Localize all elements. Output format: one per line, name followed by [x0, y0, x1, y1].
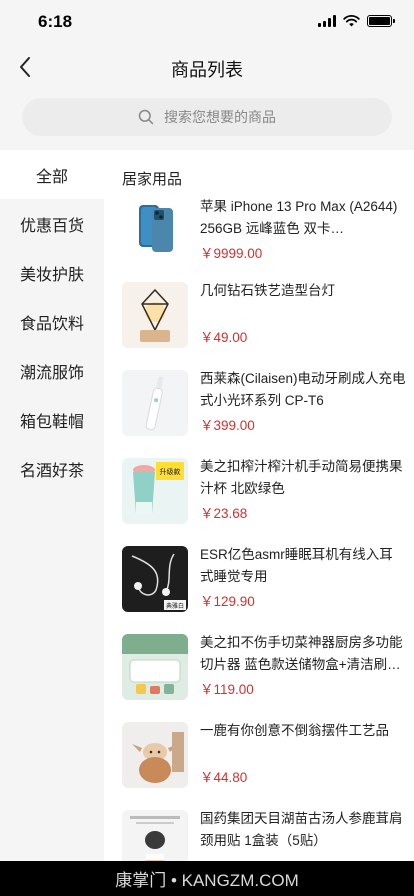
- watermark-bar: 康掌门 • KANGZM.COM: [0, 861, 414, 896]
- product-item[interactable]: 苹果 iPhone 13 Pro Max (A2644) 256GB 远峰蓝色 …: [122, 198, 412, 270]
- search-input[interactable]: [164, 109, 276, 125]
- section-title: 居家用品: [122, 171, 183, 188]
- product-item[interactable]: 西莱森(Cilaisen)电动牙刷成人充电式小光环系列 CP-T6 ￥399.0…: [122, 370, 412, 442]
- product-price: ￥129.90: [200, 594, 255, 609]
- product-name: 一鹿有你创意不倒翁摆件工艺品: [200, 723, 389, 738]
- product-name: ESR亿色asmr睡眠耳机有线入耳式睡觉专用: [200, 547, 393, 584]
- sidebar-item-wine-tea[interactable]: 名酒好茶: [0, 444, 104, 493]
- product-item[interactable]: 典雅白 ESR亿色asmr睡眠耳机有线入耳式睡觉专用 ￥129.90: [122, 546, 412, 618]
- sidebar-item-label: 名酒好茶: [19, 462, 84, 480]
- sidebar-item-label: 全部: [35, 168, 68, 186]
- thumb-badge: 典雅白: [166, 602, 184, 610]
- product-price: ￥23.68: [200, 506, 248, 521]
- slicer-image: [122, 634, 188, 700]
- product-name: 美之扣榨汁榨汁机手动简易便携果汁杯 北欧绿色: [200, 459, 403, 496]
- sidebar-item-label: 优惠百货: [19, 217, 84, 235]
- wifi-icon: [343, 15, 360, 27]
- thumb-badge: 升级款: [160, 467, 181, 476]
- nav-bar: 商品列表: [0, 44, 414, 90]
- search-icon: [138, 109, 154, 125]
- sidebar-item-food[interactable]: 食品饮料: [0, 297, 104, 346]
- product-name: 美之扣不伤手切菜神器厨房多功能切片器 蓝色款送储物盒+清洁刷…: [200, 635, 403, 672]
- sidebar-item-fashion[interactable]: 潮流服饰: [0, 346, 104, 395]
- cellular-signal-icon: [318, 15, 336, 27]
- product-name: 苹果 iPhone 13 Pro Max (A2644) 256GB 远峰蓝色 …: [200, 199, 398, 236]
- product-price: ￥399.00: [200, 418, 255, 433]
- search-area: [0, 90, 414, 150]
- status-time: 6:18: [38, 12, 73, 31]
- sidebar-item-beauty[interactable]: 美妆护肤: [0, 248, 104, 297]
- deer-tumbler-image: [122, 722, 188, 788]
- product-item[interactable]: 一鹿有你创意不倒翁摆件工艺品 ￥44.80: [122, 722, 412, 794]
- product-item[interactable]: 几何钻石铁艺造型台灯 ￥49.00: [122, 282, 412, 354]
- sidebar-item-all[interactable]: 全部: [0, 150, 104, 199]
- sidebar-item-label: 美妆护肤: [19, 266, 84, 284]
- product-item[interactable]: 升级款 美之扣榨汁榨汁机手动简易便携果汁杯 北欧绿色 ￥23.68: [122, 458, 412, 530]
- status-bar: 6:18: [0, 0, 414, 44]
- product-name: 西莱森(Cilaisen)电动牙刷成人充电式小光环系列 CP-T6: [200, 371, 406, 408]
- lamp-image: [122, 282, 188, 348]
- sidebar-item-discount-goods[interactable]: 优惠百货: [0, 199, 104, 248]
- page-title: 商品列表: [171, 60, 243, 80]
- product-price: ￥9999.00: [200, 246, 263, 261]
- iphone-image: [122, 198, 188, 264]
- product-name: 国药集团天目湖苗古汤人参鹿茸肩颈用贴 1盒装（5贴）: [200, 811, 403, 848]
- product-list: 居家用品 苹果 iPhone 13 Pro Max (A2644) 256GB …: [104, 150, 414, 870]
- battery-icon: [367, 15, 395, 27]
- search-bar[interactable]: [22, 98, 392, 136]
- product-price: ￥119.00: [200, 682, 254, 697]
- juicer-image: 升级款: [122, 458, 188, 524]
- watermark-text: 康掌门 • KANGZM.COM: [115, 871, 299, 890]
- earphones-image: 典雅白: [122, 546, 188, 612]
- product-item[interactable]: 美之扣不伤手切菜神器厨房多功能切片器 蓝色款送储物盒+清洁刷… ￥119.00: [122, 634, 412, 706]
- status-icons: [318, 15, 395, 27]
- sidebar-item-label: 潮流服饰: [19, 364, 84, 382]
- sidebar-item-label: 箱包鞋帽: [19, 413, 84, 431]
- product-price: ￥44.80: [200, 770, 248, 785]
- category-sidebar: 全部 优惠百货 美妆护肤 食品饮料 潮流服饰 箱包鞋帽 名酒好茶: [0, 150, 104, 870]
- sidebar-item-label: 食品饮料: [19, 315, 84, 333]
- sidebar-item-bags-shoes[interactable]: 箱包鞋帽: [0, 395, 104, 444]
- toothbrush-image: [122, 370, 188, 436]
- product-name: 几何钻石铁艺造型台灯: [200, 283, 335, 298]
- product-price: ￥49.00: [200, 330, 248, 345]
